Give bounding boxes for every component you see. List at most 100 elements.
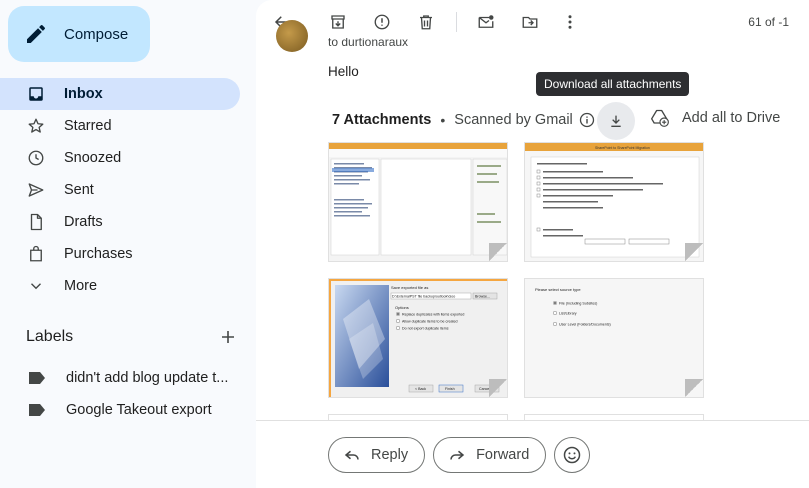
download-icon — [611, 115, 621, 127]
archive-button[interactable] — [326, 10, 350, 34]
sidebar-item-more[interactable]: More — [0, 270, 240, 302]
inbox-icon — [26, 84, 46, 104]
sidebar-item-starred[interactable]: Starred — [0, 110, 240, 142]
info-icon[interactable] — [579, 112, 595, 128]
labels-title: Labels — [26, 328, 74, 345]
thumb-text: Please select source type — [535, 287, 581, 292]
reply-label: Reply — [371, 447, 409, 463]
plus-icon[interactable] — [220, 329, 236, 345]
shopping-bag-icon — [26, 244, 46, 264]
screenshot-image: Save exported file as D:\ExternalPST fil… — [329, 279, 507, 397]
attachment-thumbnail[interactable] — [328, 142, 508, 262]
forward-button[interactable]: Forward — [433, 437, 547, 473]
add-to-drive-button[interactable]: Add all to Drive — [650, 108, 780, 128]
sidebar-item-label: Drafts — [64, 214, 103, 230]
page-count: 61 of -1 — [748, 15, 789, 29]
tooltip: Download all attachments — [536, 72, 690, 96]
sidebar-item-purchases[interactable]: Purchases — [0, 238, 240, 270]
mail-unread-icon — [478, 15, 494, 28]
screenshot-image: SharePoint to SharePoint Migration — [525, 143, 703, 261]
more-vert-icon — [568, 15, 572, 29]
page-fold — [489, 243, 507, 261]
smiley-icon — [564, 446, 581, 464]
thumb-text: Browse... — [475, 295, 490, 299]
sidebar-item-inbox[interactable]: Inbox — [0, 78, 240, 110]
attachments-bar: 7 Attachments • Scanned by Gmail Add all… — [332, 102, 802, 140]
sidebar-item-label: Snoozed — [64, 150, 122, 166]
screenshot-image: Please select source type File (Includin… — [525, 279, 703, 397]
message-view: 61 of -1 to durtionaraux Hello 7 Attachm… — [256, 0, 809, 488]
emoji-reaction-button[interactable] — [554, 437, 591, 473]
thumb-text: Allow duplicate items to be created — [402, 320, 458, 324]
labels-list: didn't add blog update t... Google Takeo… — [0, 362, 256, 426]
screenshot-image — [329, 143, 507, 261]
label-item-text: didn't add blog update t... — [66, 370, 229, 386]
sidebar-item-drafts[interactable]: Drafts — [0, 206, 240, 238]
clock-icon — [26, 148, 46, 168]
compose-button[interactable]: Compose — [8, 6, 150, 62]
label-tag-icon — [29, 404, 45, 416]
attachment-thumbnail[interactable]: Please select source type File (Includin… — [524, 278, 704, 398]
thumb-text: Do not export duplicate items — [402, 327, 449, 331]
sidebar-item-snoozed[interactable]: Snoozed — [0, 142, 240, 174]
download-all-button[interactable] — [597, 102, 635, 140]
label-tag-icon — [29, 372, 45, 384]
thumb-text: Options — [395, 305, 409, 310]
thumb-text: Replace duplicates with items exported — [402, 313, 464, 317]
draft-icon — [26, 212, 46, 232]
pencil-icon — [27, 24, 46, 43]
recipient-text: to durtionaraux — [328, 38, 409, 48]
forward-label: Forward — [476, 447, 530, 463]
separator-dot: • — [440, 112, 446, 128]
chevron-down-icon — [26, 276, 46, 296]
thumb-text: D:\ExternalPST file backup\outlook\Goo — [392, 295, 455, 299]
thumb-text: Save exported file as — [391, 285, 428, 290]
attachment-thumbnail[interactable]: Save exported file as D:\ExternalPST fil… — [328, 278, 508, 398]
trash-icon — [420, 15, 432, 30]
toolbar-divider — [456, 12, 457, 32]
label-item[interactable]: Google Takeout export — [0, 394, 256, 426]
more-options-button[interactable] — [558, 10, 582, 34]
sidebar-item-sent[interactable]: Sent — [0, 174, 240, 206]
scanned-label: Scanned by Gmail — [454, 112, 573, 128]
sidebar-item-label: Purchases — [64, 246, 133, 262]
thumb-text: File (Including Subsites) — [559, 302, 597, 306]
sidebar: Compose Inbox Starred Snoozed Sent Draft… — [0, 0, 256, 488]
add-to-drive-icon — [651, 109, 669, 127]
thumb-text: User Level (Folders/Documents) — [559, 323, 611, 327]
delete-button[interactable] — [414, 10, 438, 34]
sidebar-item-label: Sent — [64, 182, 94, 198]
thumb-text: Finish — [445, 387, 455, 391]
page-fold — [685, 379, 703, 397]
compose-label: Compose — [64, 25, 129, 43]
nav-list: Inbox Starred Snoozed Sent Drafts Purcha… — [0, 78, 256, 302]
sidebar-item-label: Starred — [64, 118, 112, 134]
archive-icon — [331, 15, 345, 29]
reply-button[interactable]: Reply — [328, 437, 426, 473]
page-fold — [489, 379, 507, 397]
send-icon — [26, 180, 46, 200]
star-icon — [26, 116, 46, 136]
thumb-window-title: SharePoint to SharePoint Migration — [595, 146, 650, 150]
report-spam-button[interactable] — [370, 10, 394, 34]
add-to-drive-label: Add all to Drive — [682, 110, 781, 126]
folder-move-icon — [522, 16, 538, 28]
mark-unread-button[interactable] — [474, 10, 498, 34]
sidebar-item-label: More — [64, 278, 98, 294]
attachments-count: 7 Attachments — [332, 112, 432, 128]
attachment-thumbnail[interactable]: SharePoint to SharePoint Migration — [524, 142, 704, 262]
avatar[interactable] — [276, 20, 308, 52]
move-to-button[interactable] — [518, 10, 542, 34]
message-actions: Reply Forward — [328, 437, 591, 473]
page-fold — [685, 243, 703, 261]
message-body: Hello — [328, 64, 359, 79]
sidebar-item-label: Inbox — [64, 86, 103, 102]
label-item-text: Google Takeout export — [66, 402, 212, 418]
thumb-text: < Back — [415, 387, 426, 391]
reply-icon — [344, 450, 359, 460]
thumb-text: List/Library — [559, 312, 577, 316]
label-item[interactable]: didn't add blog update t... — [0, 362, 256, 394]
report-icon — [374, 14, 390, 30]
labels-header: Labels — [26, 328, 236, 346]
forward-icon — [450, 450, 465, 460]
